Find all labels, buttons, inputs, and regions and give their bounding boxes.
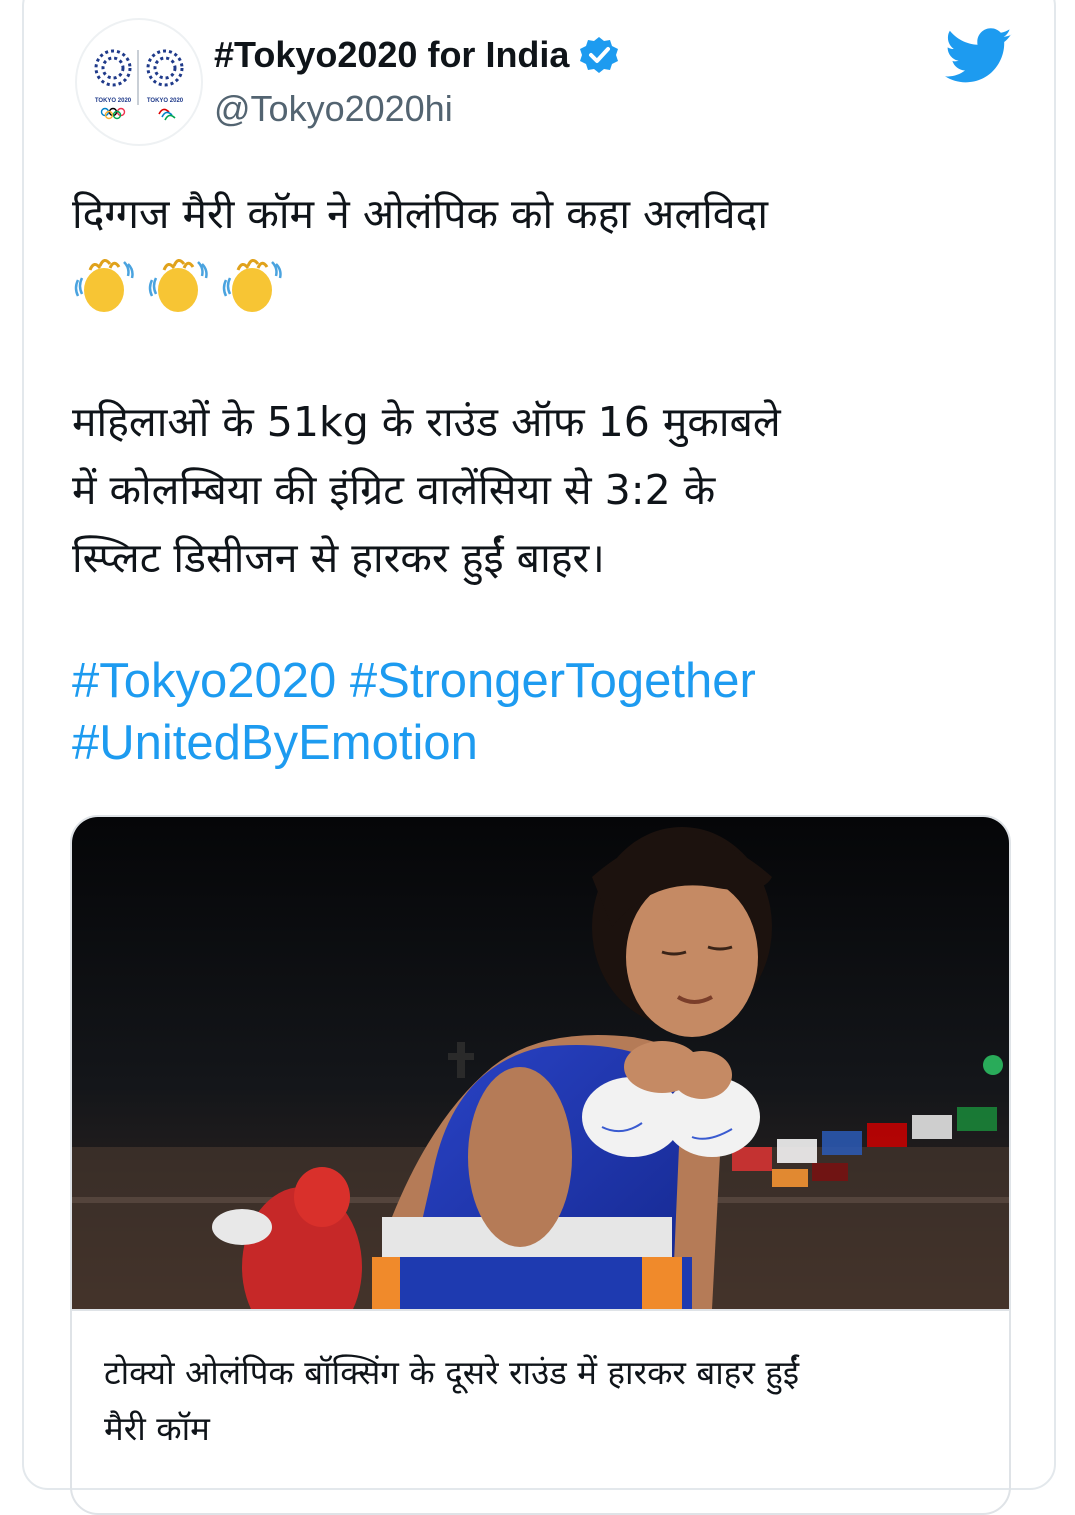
hashtag-link[interactable]: #UnitedByEmotion <box>72 716 478 770</box>
link-card-title[interactable]: टोक्यो ओलंपिक बॉक्सिंग के दूसरे राउंड मे… <box>104 1345 984 1457</box>
emoji-row <box>72 250 284 316</box>
waving-hands-icon <box>74 259 134 312</box>
handle[interactable]: @Tokyo2020hi <box>214 88 453 130</box>
link-card-title-line-2[interactable]: मैरी कॉम <box>104 1401 984 1457</box>
tweet-paragraph-2: महिलाओं के 51kg के राउंड ऑफ 16 मुकाबले म… <box>72 388 1002 592</box>
link-card-title-line-1[interactable]: टोक्यो ओलंपिक बॉक्सिंग के दूसरे राउंड मे… <box>104 1345 984 1401</box>
link-preview-card[interactable]: टोक्यो ओलंपिक बॉक्सिंग के दूसरे राउंड मे… <box>70 815 1011 1515</box>
tweet-para2-line-1: महिलाओं के 51kg के राउंड ऑफ 16 मुकाबले <box>72 398 781 446</box>
logo-text-left: TOKYO 2020 <box>95 98 132 104</box>
waving-hands-icon <box>148 259 208 312</box>
waving-hands-icon <box>222 259 282 312</box>
display-name[interactable]: #Tokyo2020 for India <box>214 34 569 76</box>
tweet-para2-line-2: में कोलम्बिया की इंग्रिट वालेंसिया से 3:… <box>72 466 716 514</box>
logo-text-right: TOKYO 2020 <box>147 98 184 104</box>
hashtag-link[interactable]: #Tokyo2020 <box>72 654 336 708</box>
avatar[interactable]: TOKYO 2020 TOKYO 2020 <box>75 18 203 146</box>
tweet-line-1: दिग्गज मैरी कॉम ने ओलंपिक को कहा अलविदा <box>72 190 768 238</box>
tokyo2020-logo: TOKYO 2020 TOKYO 2020 <box>94 49 184 121</box>
verified-badge-icon <box>580 37 619 73</box>
boxer-photo[interactable] <box>72 817 1011 1309</box>
card-divider <box>72 1309 1009 1311</box>
tweet-text: दिग्गज मैरी कॉम ने ओलंपिक को कहा अलविदा <box>72 180 1002 248</box>
twitter-bird-icon[interactable] <box>945 28 1013 84</box>
tweet-para2-line-3: स्प्लिट डिसीजन से हारकर हुईं बाहर। <box>72 534 605 582</box>
hashtags: #Tokyo2020 #StrongerTogether #UnitedByEm… <box>72 650 1002 774</box>
hashtag-link[interactable]: #StrongerTogether <box>350 654 756 708</box>
author-name-row[interactable]: #Tokyo2020 for India <box>214 30 619 80</box>
